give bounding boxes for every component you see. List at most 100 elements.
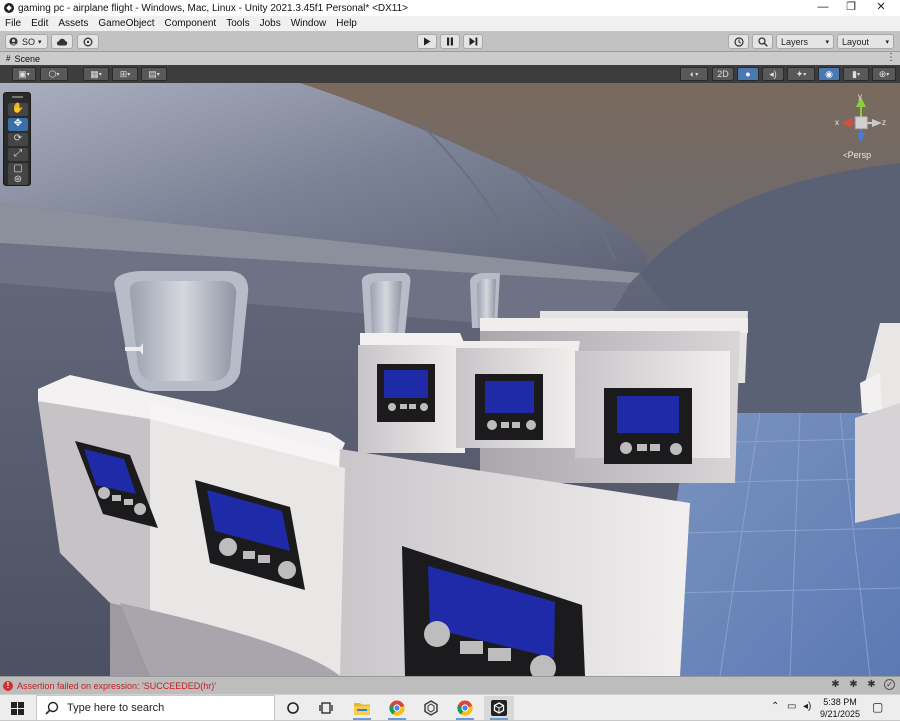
gizmos-button[interactable]: ⊕ ▾: [872, 67, 896, 81]
light-icon[interactable]: ✱: [866, 679, 877, 690]
eye-icon: ◉: [825, 68, 833, 79]
hand-tool-button[interactable]: ✋: [8, 103, 28, 116]
history-icon: [733, 36, 744, 47]
render-mode-button[interactable]: ◐ ▾: [680, 67, 708, 81]
layout-dropdown[interactable]: Layout ▾: [837, 34, 894, 49]
pause-icon: [447, 37, 453, 46]
draw-mode-button[interactable]: ▣ ▾: [12, 67, 36, 81]
seat-screen: [377, 364, 435, 422]
more-options-icon[interactable]: ⋮: [886, 52, 896, 64]
scale-tool-button[interactable]: ⤢: [8, 148, 28, 161]
close-button[interactable]: ✕: [866, 0, 896, 16]
effects-icon: ✦: [795, 68, 804, 79]
menu-component[interactable]: Component: [165, 18, 217, 29]
cortana-icon: [287, 702, 299, 714]
menu-gameobject[interactable]: GameObject: [98, 18, 154, 29]
taskbar-unity-hub[interactable]: [416, 696, 446, 720]
taskbar-unity-editor[interactable]: [484, 696, 514, 720]
bug-icon[interactable]: ✱: [830, 679, 841, 690]
menu-help[interactable]: Help: [336, 18, 357, 29]
grid-snap-button[interactable]: ▦ ▾: [83, 67, 109, 81]
account-icon: [9, 37, 18, 46]
taskbar-chrome[interactable]: [382, 696, 412, 720]
cloud-button[interactable]: [51, 34, 73, 49]
grid-visibility-button[interactable]: ▤ ▾: [141, 67, 167, 81]
menu-window[interactable]: Window: [291, 18, 327, 29]
rotate-tool-button[interactable]: ⟳: [8, 133, 28, 146]
clock-date: 9/21/2025: [819, 709, 861, 719]
search-icon: [45, 701, 59, 715]
pause-button[interactable]: [440, 34, 460, 49]
grid-icon: ▦: [90, 68, 99, 79]
mode-2d-label: 2D: [717, 69, 729, 79]
snap-icon: ⊞: [119, 68, 128, 79]
snap-increment-button[interactable]: ⊞ ▾: [112, 67, 138, 81]
taskbar-chrome-2[interactable]: [450, 696, 480, 720]
windows-taskbar: Type here to search ⌃ ▭ ◂) 5:38 PM 9/21/…: [0, 694, 900, 721]
taskbar-search-box[interactable]: Type here to search: [36, 695, 275, 721]
unity-icon: [491, 700, 507, 716]
menu-bar: File Edit Assets GameObject Component To…: [0, 16, 900, 31]
gizmo-x-label: x: [835, 118, 839, 127]
taskbar-clock[interactable]: 5:38 PM 9/21/2025: [818, 696, 862, 720]
menu-edit[interactable]: Edit: [31, 18, 48, 29]
maximize-button[interactable]: ❐: [836, 0, 866, 16]
shading-button[interactable]: ⬡ ▾: [40, 67, 68, 81]
gizmo-y-label: y: [858, 92, 862, 101]
account-button[interactable]: SO ▾: [5, 34, 48, 49]
task-view-button[interactable]: [311, 696, 341, 720]
notifications-icon[interactable]: ▢: [872, 700, 883, 714]
console-error-message[interactable]: Assertion failed on expression: 'SUCCEED…: [17, 681, 216, 691]
search-button[interactable]: [752, 34, 773, 49]
layers-dropdown[interactable]: Layers ▾: [776, 34, 834, 49]
chevron-down-icon: ▾: [825, 38, 829, 46]
minimize-button[interactable]: —: [808, 0, 838, 16]
folder-icon: [354, 703, 370, 715]
start-button[interactable]: [0, 695, 34, 721]
palette-drag-handle[interactable]: [12, 96, 23, 98]
effects-button[interactable]: ✦ ▾: [787, 67, 815, 81]
move-tool-button[interactable]: ✥: [8, 118, 28, 131]
menu-tools[interactable]: Tools: [226, 18, 249, 29]
history-button[interactable]: [728, 34, 749, 49]
check-icon[interactable]: ✓: [884, 679, 895, 690]
tray-overflow-icon[interactable]: ⌃: [771, 701, 779, 712]
tool-palette: ✋ ✥ ⟳ ⤢ ▢ ⊛: [3, 92, 31, 186]
projection-toggle[interactable]: <Persp: [843, 150, 871, 160]
gizmo-globe-icon: ⊕: [878, 68, 887, 79]
scene-render: [0, 83, 900, 676]
step-icon: [469, 37, 477, 46]
account-label: SO: [22, 36, 36, 47]
play-button[interactable]: [417, 34, 437, 49]
taskbar-file-explorer[interactable]: [347, 696, 377, 720]
mode-2d-button[interactable]: 2D: [712, 67, 734, 81]
layout-label: Layout: [842, 36, 870, 47]
progress-icon[interactable]: ✱: [848, 679, 859, 690]
taskbar-search-placeholder: Type here to search: [67, 702, 165, 714]
cloud-icon: [56, 38, 68, 45]
lighting-toggle[interactable]: ●: [737, 67, 759, 81]
hidden-objects-toggle[interactable]: ◉: [818, 67, 840, 81]
scale-icon: ⤢: [14, 148, 22, 159]
audio-toggle[interactable]: ◂): [762, 67, 784, 81]
transform-tool-button[interactable]: ⊛: [8, 175, 28, 185]
cortana-button[interactable]: [278, 696, 308, 720]
tab-scene[interactable]: # Scene: [0, 52, 48, 65]
projection-label: Persp: [847, 150, 872, 160]
rotate-icon: ⟳: [13, 133, 23, 144]
collab-button[interactable]: [77, 34, 99, 49]
seat-screen: [475, 374, 543, 440]
network-icon[interactable]: ▭: [787, 701, 796, 712]
status-bar[interactable]: ! Assertion failed on expression: 'SUCCE…: [0, 676, 900, 694]
scene-view[interactable]: [0, 83, 900, 676]
volume-icon[interactable]: ◂): [803, 701, 811, 712]
menu-file[interactable]: File: [5, 18, 21, 29]
search-icon: [757, 36, 768, 47]
camera-settings-button[interactable]: ▮ ▾: [843, 67, 869, 81]
speaker-icon: ◂): [769, 68, 777, 79]
menu-assets[interactable]: Assets: [58, 18, 88, 29]
step-button[interactable]: [463, 34, 483, 49]
menu-jobs[interactable]: Jobs: [260, 18, 281, 29]
orientation-gizmo[interactable]: y x z: [832, 92, 890, 151]
chrome-icon: [457, 700, 473, 716]
